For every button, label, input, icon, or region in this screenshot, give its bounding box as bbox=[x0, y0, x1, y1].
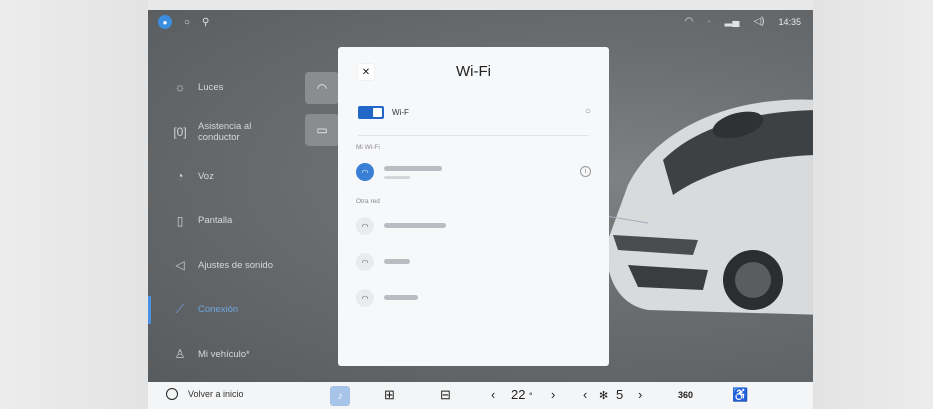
wifi-dialog: ✕ Wi-Fi Wi-F ○ Mi Wi-Fi ◠ i Otra red ◠ ◠… bbox=[338, 47, 609, 366]
dialog-title: Wi-Fi bbox=[456, 63, 491, 80]
list-item[interactable]: ◠ bbox=[338, 244, 609, 280]
fan-up-button[interactable]: › bbox=[638, 387, 642, 402]
home-icon bbox=[166, 388, 178, 400]
connection-icon: ⟋ bbox=[175, 302, 185, 317]
music-icon[interactable]: ♪ bbox=[330, 386, 350, 406]
connected-network-row[interactable]: ◠ i bbox=[338, 154, 609, 190]
dialog-header: ✕ Wi-Fi bbox=[338, 47, 609, 97]
other-networks-label: Otra red bbox=[356, 198, 380, 205]
sidebar-item-label: Conexión bbox=[198, 304, 239, 316]
list-item[interactable]: ◠ bbox=[338, 208, 609, 244]
fan-down-button[interactable]: ‹ bbox=[583, 387, 587, 402]
bottom-bar: Volver a inicio ♪ ⊞ ⊟ ‹ 22 ° › ‹ ✻ 5 › 3… bbox=[148, 382, 813, 409]
car-icon[interactable]: ⊟ bbox=[440, 387, 451, 403]
fan-icon: ✻ bbox=[599, 390, 609, 402]
my-networks-label: Mi Wi-Fi bbox=[356, 144, 380, 151]
refresh-icon[interactable]: ○ bbox=[585, 106, 591, 117]
wifi-quick-tile[interactable]: ◠ bbox=[305, 72, 339, 104]
network-name-blurred bbox=[384, 222, 446, 230]
wifi-icon: ◠ bbox=[356, 253, 374, 271]
info-icon[interactable]: i bbox=[580, 166, 591, 177]
light-icon: ☼ bbox=[174, 80, 186, 95]
view-360-button[interactable]: 360 bbox=[678, 390, 693, 400]
home-button[interactable]: Volver a inicio bbox=[166, 388, 244, 400]
volume-icon[interactable]: ◁) bbox=[753, 16, 764, 27]
sidebar-item-label: Voz bbox=[198, 170, 214, 182]
wifi-toggle[interactable] bbox=[358, 105, 384, 119]
sidebar-item-pantalla[interactable]: ▯ Pantalla bbox=[148, 199, 343, 244]
sidebar-item-label: Asistencia al conductor bbox=[198, 120, 252, 143]
refresh-icon: ○ bbox=[184, 16, 191, 28]
sound-icon: ◁ bbox=[175, 258, 185, 273]
driver-assist-icon: [0] bbox=[173, 124, 187, 139]
network-name-blurred bbox=[384, 165, 442, 179]
apps-grid-icon[interactable]: ⊞ bbox=[384, 387, 395, 403]
wifi-icon: ◠ bbox=[684, 16, 694, 27]
sidebar-item-vehiculo[interactable]: ♙ Mi vehículo* bbox=[148, 332, 343, 377]
screen-cast-tile[interactable]: ▭ bbox=[305, 114, 339, 146]
voice-icon: ◔ bbox=[176, 169, 184, 184]
fan-speed-value: 5 bbox=[616, 387, 624, 402]
vehicle-background: ● ○ ⚲ ◠ · ▂▄ ◁) 14:35 ☼ Luces [0] Asiste… bbox=[148, 10, 813, 382]
sidebar-item-label: Luces bbox=[198, 81, 224, 93]
divider bbox=[358, 135, 589, 136]
user-icon[interactable]: ● bbox=[158, 15, 172, 29]
temp-up-button[interactable]: › bbox=[551, 387, 555, 402]
status-bar: ● ○ ⚲ ◠ · ▂▄ ◁) 14:35 bbox=[148, 10, 813, 36]
sidebar-item-label: Mi vehículo* bbox=[198, 348, 250, 360]
bluetooth-icon: · bbox=[707, 16, 711, 27]
network-name-blurred bbox=[384, 258, 410, 266]
wifi-icon: ◠ bbox=[356, 217, 374, 235]
display-icon: ▯ bbox=[176, 213, 184, 228]
wifi-icon: ◠ bbox=[356, 163, 374, 181]
car-image bbox=[599, 99, 813, 315]
wifi-toggle-row: Wi-F ○ bbox=[338, 97, 609, 127]
sidebar-item-label: Pantalla bbox=[198, 215, 233, 227]
left-bezel bbox=[0, 0, 148, 409]
seat-icon[interactable]: ♿ bbox=[732, 387, 748, 403]
home-label: Volver a inicio bbox=[188, 389, 244, 399]
infotainment-screen: ● ○ ⚲ ◠ · ▂▄ ◁) 14:35 ☼ Luces [0] Asiste… bbox=[148, 10, 813, 409]
sidebar-item-voz[interactable]: ◔ Voz bbox=[148, 154, 343, 199]
sidebar-item-label: Ajustes de sonido bbox=[198, 259, 273, 271]
sidebar-item-sonido[interactable]: ◁ Ajustes de sonido bbox=[148, 243, 343, 288]
cast-icon: ▭ bbox=[316, 123, 328, 137]
sidebar-item-conexion[interactable]: ⟋ Conexión bbox=[148, 288, 343, 333]
temp-unit: ° bbox=[529, 391, 533, 401]
clock: 14:35 bbox=[778, 16, 801, 27]
wifi-toggle-label: Wi-F bbox=[392, 107, 409, 117]
vehicle-icon: ♙ bbox=[174, 347, 186, 362]
right-bezel bbox=[813, 0, 933, 409]
signal-icon: ▂▄ bbox=[724, 16, 740, 27]
location-icon: ⚲ bbox=[202, 16, 210, 28]
wifi-icon: ◠ bbox=[356, 289, 374, 307]
wifi-icon: ◠ bbox=[316, 81, 328, 95]
temperature-value: 22 bbox=[511, 387, 526, 402]
settings-sidebar: ☼ Luces [0] Asistencia al conductor ◔ Vo… bbox=[148, 65, 343, 377]
list-item[interactable]: ◠ bbox=[338, 280, 609, 316]
temp-down-button[interactable]: ‹ bbox=[491, 387, 495, 402]
network-name-blurred bbox=[384, 294, 418, 302]
